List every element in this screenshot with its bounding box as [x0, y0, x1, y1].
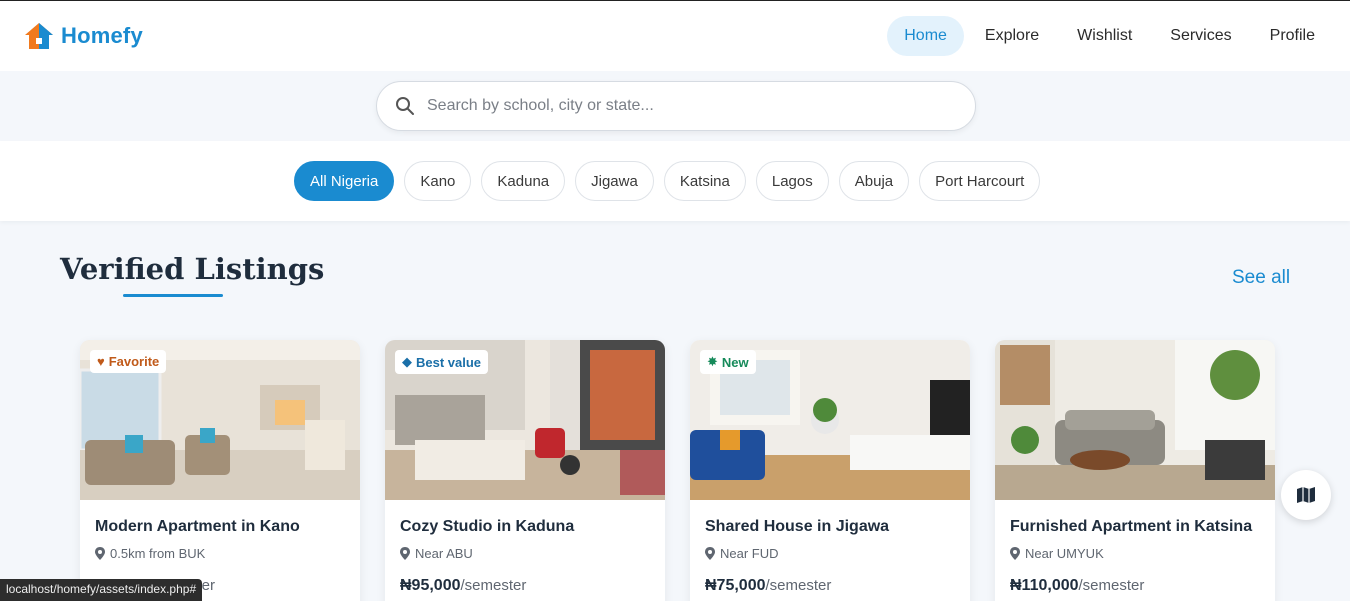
listing-title: Modern Apartment in Kano — [95, 518, 300, 535]
listing-badge: ♥ Favorite — [90, 350, 167, 373]
filter-chip-kano[interactable]: Kano — [404, 161, 472, 201]
map-view-button[interactable] — [1281, 470, 1331, 520]
search-icon — [396, 97, 414, 115]
filter-chip-lagos[interactable]: Lagos — [755, 161, 829, 201]
listing-badge: ✸ New — [700, 350, 756, 374]
search-bar[interactable] — [376, 81, 976, 131]
main-nav: Home Explore Wishlist Services Profile — [887, 16, 1332, 56]
nav-home[interactable]: Home — [887, 16, 964, 56]
listing-price: ₦75,000/semester — [705, 577, 955, 595]
location-text: Near UMYUK — [1025, 546, 1104, 561]
filter-chip-abuja[interactable]: Abuja — [838, 161, 910, 201]
price-amount: ₦95,000 — [400, 577, 461, 594]
badge-label: New — [721, 354, 749, 370]
nav-profile[interactable]: Profile — [1253, 16, 1332, 56]
location-pin-icon — [1010, 547, 1020, 560]
brand-name: Homefy — [61, 23, 143, 48]
price-amount: ₦75,000 — [705, 577, 766, 594]
location-pin-icon — [400, 547, 410, 560]
price-unit: /semester — [460, 577, 527, 594]
listing-price: ₦95,000/semester — [400, 577, 650, 595]
listing-photo — [995, 340, 1275, 500]
listing-photo: ♥ Favorite — [80, 340, 360, 500]
listing-title: Furnished Apartment in Katsina — [1010, 518, 1253, 535]
section-title: Verified Listings — [60, 252, 325, 286]
house-logo-icon — [25, 23, 53, 49]
listing-title: Cozy Studio in Kaduna — [400, 518, 575, 535]
location-pin-icon — [95, 547, 105, 560]
listing-cards: ♥ Favorite Modern Apartment in Kano 0.5k… — [80, 340, 1275, 601]
nav-explore[interactable]: Explore — [968, 16, 1056, 56]
nav-services[interactable]: Services — [1153, 16, 1248, 56]
listing-location: Near FUD — [705, 546, 955, 561]
listing-card[interactable]: ♥ Favorite Modern Apartment in Kano 0.5k… — [80, 340, 360, 601]
filter-chip-kaduna[interactable]: Kaduna — [481, 161, 566, 201]
filter-chip-jigawa[interactable]: Jigawa — [575, 161, 654, 201]
search-section — [0, 71, 1350, 141]
location-filters: All Nigeria Kano Kaduna Jigawa Katsina L… — [294, 161, 1041, 201]
filter-chip-port-harcourt[interactable]: Port Harcourt — [919, 161, 1041, 201]
location-pin-icon — [705, 547, 715, 560]
title-underline — [123, 294, 223, 297]
price-unit: /semester — [765, 577, 832, 594]
filter-chip-katsina[interactable]: Katsina — [663, 161, 746, 201]
location-text: Near ABU — [415, 546, 473, 561]
price-amount: ₦110,000 — [1010, 577, 1079, 594]
listing-photo: ✸ New — [690, 340, 970, 500]
badge-label: Best value — [416, 354, 482, 370]
star-badge-icon: ✸ — [707, 354, 718, 369]
see-all-link[interactable]: See all — [1232, 267, 1290, 289]
listing-photo: ◆ Best value — [385, 340, 665, 500]
listing-card[interactable]: ✸ New Shared House in Jigawa Near FUD ₦7… — [690, 340, 970, 601]
browser-status-url: localhost/homefy/assets/index.php# — [0, 579, 203, 601]
listing-location: 0.5km from BUK — [95, 546, 345, 561]
location-text: 0.5km from BUK — [110, 546, 206, 561]
brand-logo[interactable]: Homefy — [23, 20, 143, 52]
nav-wishlist[interactable]: Wishlist — [1060, 16, 1149, 56]
map-icon — [1297, 487, 1315, 503]
search-input[interactable] — [427, 97, 927, 115]
filter-chip-all-nigeria[interactable]: All Nigeria — [294, 161, 395, 201]
listing-price: ₦110,000/semester — [1010, 577, 1260, 595]
listing-title: Shared House in Jigawa — [705, 518, 890, 535]
listing-card[interactable]: Furnished Apartment in Katsina Near UMYU… — [995, 340, 1275, 601]
listing-card[interactable]: ◆ Best value Cozy Studio in Kaduna Near … — [385, 340, 665, 601]
location-text: Near FUD — [720, 546, 779, 561]
badge-label: Favorite — [108, 354, 160, 369]
listing-badge: ◆ Best value — [395, 350, 489, 374]
listing-location: Near ABU — [400, 546, 650, 561]
tag-icon: ◆ — [402, 354, 412, 369]
price-unit: /semester — [1078, 577, 1145, 594]
heart-icon: ♥ — [97, 354, 105, 369]
top-header: Homefy Home Explore Wishlist Services Pr… — [0, 0, 1350, 71]
listing-location: Near UMYUK — [1010, 546, 1260, 561]
filter-section: All Nigeria Kano Kaduna Jigawa Katsina L… — [0, 141, 1350, 221]
